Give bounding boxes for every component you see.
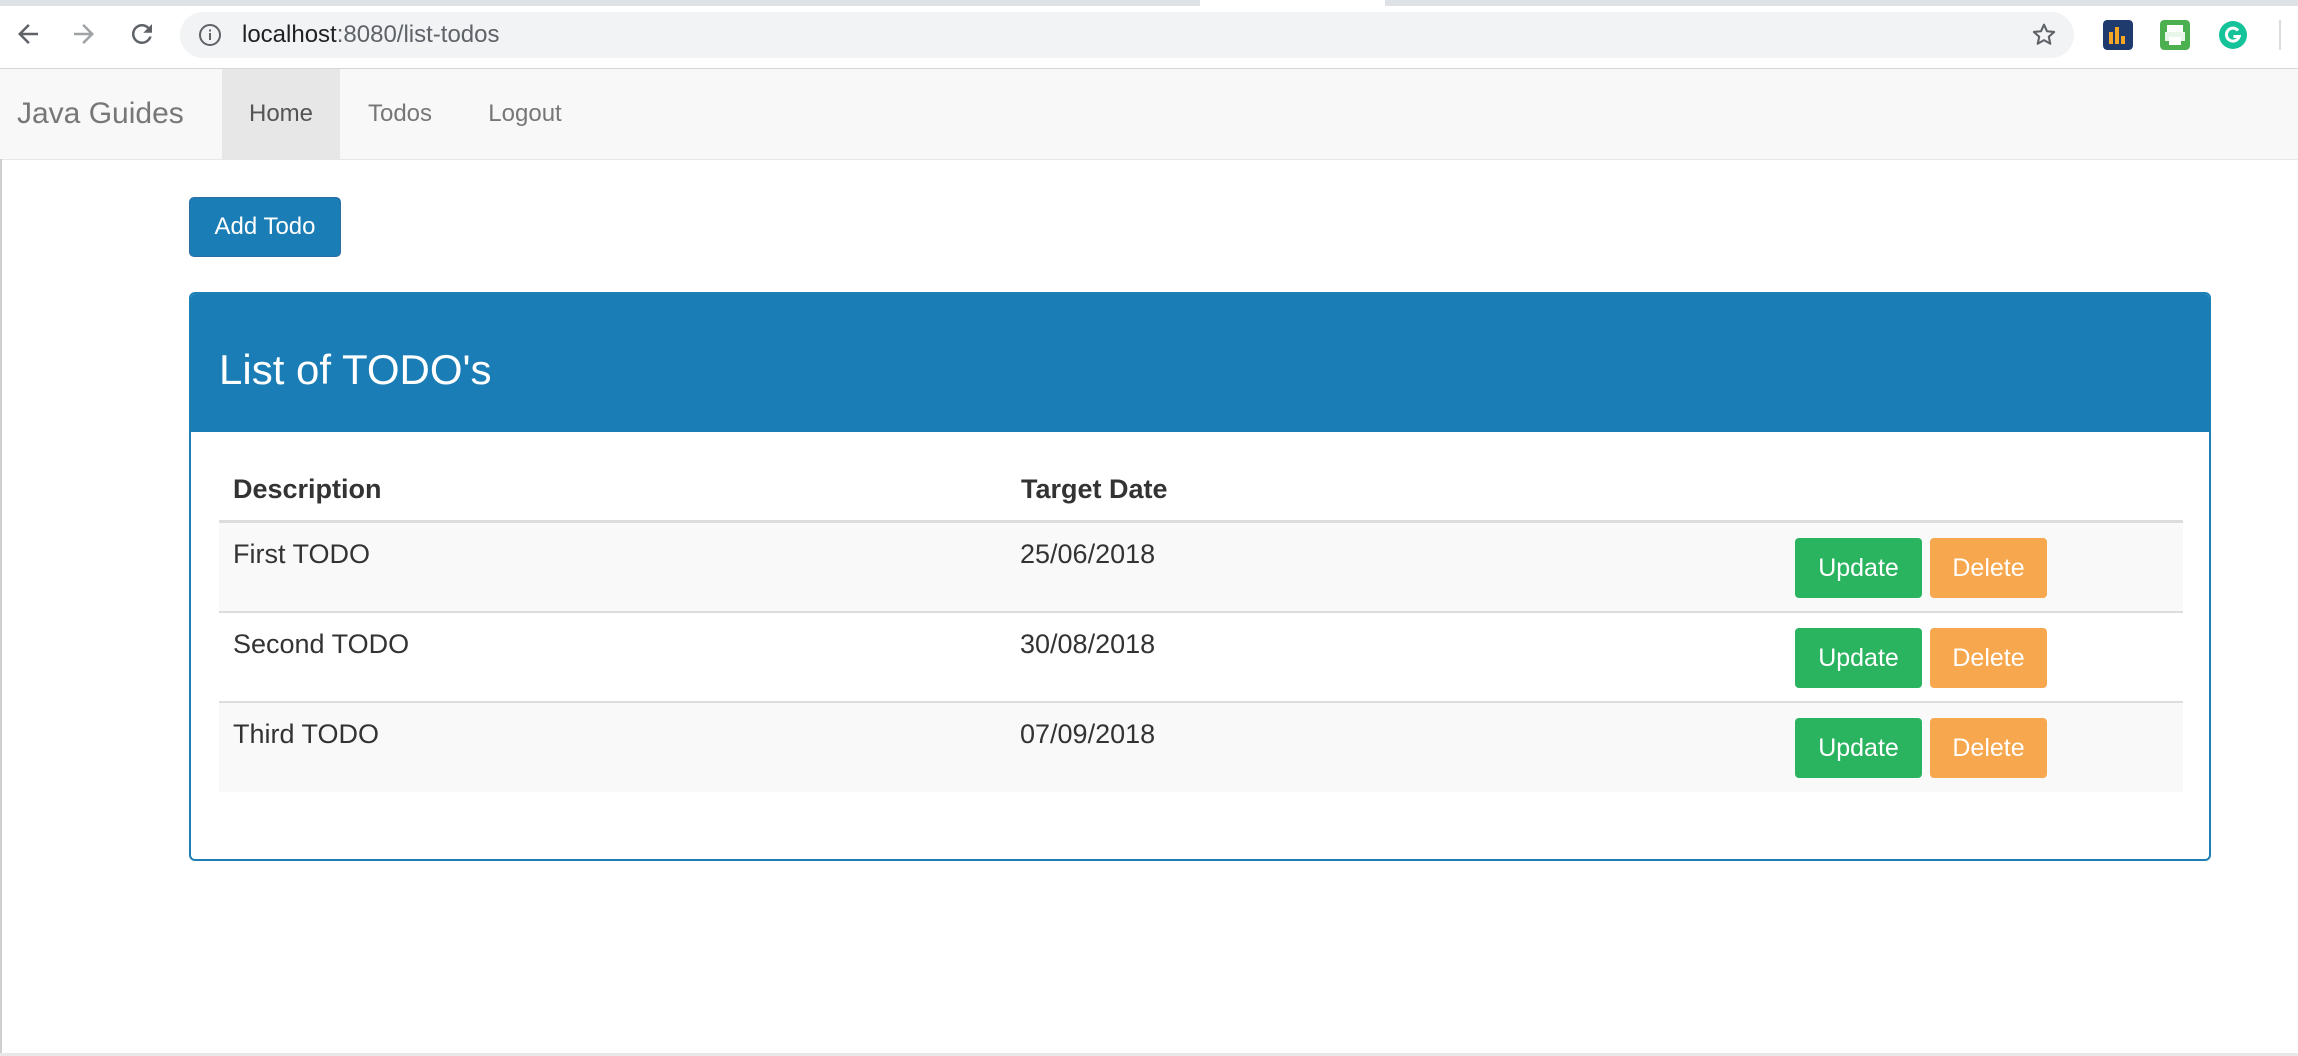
todo-description: Third TODO <box>233 719 380 749</box>
nav-item-home[interactable]: Home <box>222 69 340 159</box>
browser-window: localhost:8080/list-todos Java Guides Ho… <box>0 0 2298 1056</box>
toolbar-separator <box>2279 20 2281 50</box>
table-row: Second TODO 30/08/2018 Update Delete <box>219 613 2183 703</box>
info-icon[interactable] <box>198 23 222 47</box>
arrow-right-icon <box>74 24 94 44</box>
panel-title: List of TODO's <box>219 346 492 393</box>
delete-button[interactable]: Delete <box>1930 538 2047 598</box>
brand-link[interactable]: Java Guides <box>17 69 184 159</box>
reload-button[interactable] <box>122 14 162 54</box>
table-header: Description Target Date <box>219 454 2183 523</box>
browser-toolbar: localhost:8080/list-todos <box>0 0 2298 69</box>
url-host: localhost <box>242 21 337 48</box>
chart-extension-icon[interactable] <box>2103 20 2133 50</box>
todo-panel: List of TODO's Description Target Date F… <box>189 292 2211 861</box>
nav-item-logout[interactable]: Logout <box>470 69 580 159</box>
address-bar[interactable]: localhost:8080/list-todos <box>180 12 2074 58</box>
todo-description: First TODO <box>233 539 371 569</box>
add-todo-button[interactable]: Add Todo <box>189 197 341 257</box>
back-button[interactable] <box>8 14 48 54</box>
arrow-left-icon <box>18 24 38 44</box>
todo-description: Second TODO <box>233 629 410 659</box>
star-icon[interactable] <box>2030 21 2058 49</box>
grammarly-extension-icon[interactable] <box>2218 20 2248 50</box>
reload-icon <box>131 23 152 44</box>
app-navbar: Java Guides Home Todos Logout <box>0 69 2298 160</box>
print-extension-icon[interactable] <box>2160 20 2190 50</box>
active-tab-edge[interactable] <box>1200 0 1385 6</box>
tab-strip <box>0 0 2298 6</box>
update-button[interactable]: Update <box>1795 628 1922 688</box>
panel-heading: List of TODO's <box>191 294 2209 432</box>
todo-target-date: 30/08/2018 <box>1020 629 1156 659</box>
url-text[interactable]: localhost:8080/list-todos <box>242 12 500 58</box>
update-button[interactable]: Update <box>1795 538 1922 598</box>
table-row: First TODO 25/06/2018 Update Delete <box>219 523 2183 613</box>
todo-target-date: 07/09/2018 <box>1020 719 1156 749</box>
page-edge <box>0 159 2 1056</box>
table-row: Third TODO 07/09/2018 Update Delete <box>219 703 2183 792</box>
delete-button[interactable]: Delete <box>1930 628 2047 688</box>
column-header-description: Description <box>233 474 382 504</box>
todo-target-date: 25/06/2018 <box>1020 539 1156 569</box>
update-button[interactable]: Update <box>1795 718 1922 778</box>
delete-button[interactable]: Delete <box>1930 718 2047 778</box>
forward-button[interactable] <box>64 14 104 54</box>
todo-table: Description Target Date First TODO 25/06… <box>219 454 2183 792</box>
nav-item-todos[interactable]: Todos <box>350 69 450 159</box>
url-path: :8080/list-todos <box>336 21 500 48</box>
column-header-target-date: Target Date <box>1021 474 1168 504</box>
